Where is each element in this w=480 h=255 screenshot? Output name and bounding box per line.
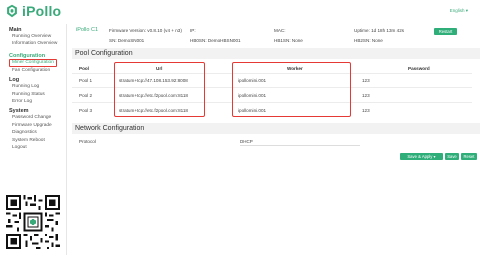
pool-3-label: Pool 3 xyxy=(79,108,93,113)
language-label: English xyxy=(449,8,465,13)
url-highlight-box xyxy=(114,62,205,117)
sidebar-section-configuration: Configuration xyxy=(9,52,46,59)
sidebar-item-information-overview[interactable]: Information Overview xyxy=(0,40,66,47)
restart-button[interactable]: Restart xyxy=(434,28,457,35)
top-bar: iPollo English ▾ xyxy=(0,0,480,22)
pool-1-password-field[interactable]: 123 xyxy=(362,78,370,83)
reset-button[interactable]: Reset xyxy=(461,153,477,160)
protocol-value: DHCP xyxy=(240,139,253,144)
hb0-serial: HB0SN: DemoHBSN001 xyxy=(190,38,241,43)
brand-name: iPollo xyxy=(22,3,62,19)
save-and-apply-button[interactable]: Save & Apply ▾ xyxy=(400,153,443,160)
sidebar-item-fan-configuration[interactable]: Fan Configuration xyxy=(0,67,66,74)
hb1-serial: HB1SN: None xyxy=(274,38,303,43)
sidebar-item-running-log[interactable]: Running Log xyxy=(0,83,66,90)
mac-address: MAC: xyxy=(274,28,286,33)
sidebar-item-miner-configuration[interactable]: Miner Configuration xyxy=(9,58,57,67)
sidebar-item-running-status[interactable]: Running Status xyxy=(0,91,66,98)
sidebar-item-diagnostics[interactable]: Diagnostics xyxy=(0,129,66,136)
pool-3-password-field[interactable]: 123 xyxy=(362,108,370,113)
language-select[interactable]: English ▾ xyxy=(450,8,468,14)
sidebar-item-logout[interactable]: Logout xyxy=(0,144,66,151)
brand-logo[interactable]: iPollo xyxy=(5,3,61,19)
sidebar: Main Running Overview Information Overvi… xyxy=(0,24,66,151)
protocol-select[interactable]: DHCP xyxy=(240,138,360,146)
chevron-down-icon: ▾ xyxy=(433,154,436,159)
pool-2-password-field[interactable]: 123 xyxy=(362,93,370,98)
network-configuration-header: Network Configuration xyxy=(72,123,480,134)
sidebar-item-firmware-upgrade[interactable]: Firmware Upgrade xyxy=(0,122,66,129)
uptime: Uptime: 1d 18h 13m 42s xyxy=(354,28,405,33)
sidebar-item-error-log[interactable]: Error Log xyxy=(0,98,66,105)
qr-code xyxy=(6,195,60,249)
sidebar-item-running-overview[interactable]: Running Overview xyxy=(0,33,66,40)
chevron-down-icon: ▾ xyxy=(465,8,468,13)
firmware-version: Firmware Version: v0.8.10 (v4 + n3) xyxy=(109,28,182,33)
column-header-password: Password xyxy=(408,66,430,71)
sidebar-item-password-change[interactable]: Password Change xyxy=(0,114,66,121)
ip-address: IP: xyxy=(190,28,196,33)
save-button[interactable]: Save xyxy=(445,153,459,160)
pool-configuration-header: Pool Configuration xyxy=(72,48,480,59)
column-header-pool: Pool xyxy=(79,66,89,71)
worker-highlight-box xyxy=(232,62,351,117)
pool-2-label: Pool 2 xyxy=(79,93,93,98)
sidebar-divider xyxy=(66,24,67,255)
device-model: iPollo C1 xyxy=(76,27,99,33)
ipollo-logo-icon xyxy=(7,4,17,18)
protocol-label: Protocol xyxy=(79,139,96,144)
serial-number: SN: DemoSN001 xyxy=(109,38,145,43)
sidebar-item-system-reboot[interactable]: System Reboot xyxy=(0,137,66,144)
hb2-serial: HB2SN: None xyxy=(354,38,383,43)
save-and-apply-label: Save & Apply xyxy=(407,154,433,159)
pool-1-label: Pool 1 xyxy=(79,78,93,83)
